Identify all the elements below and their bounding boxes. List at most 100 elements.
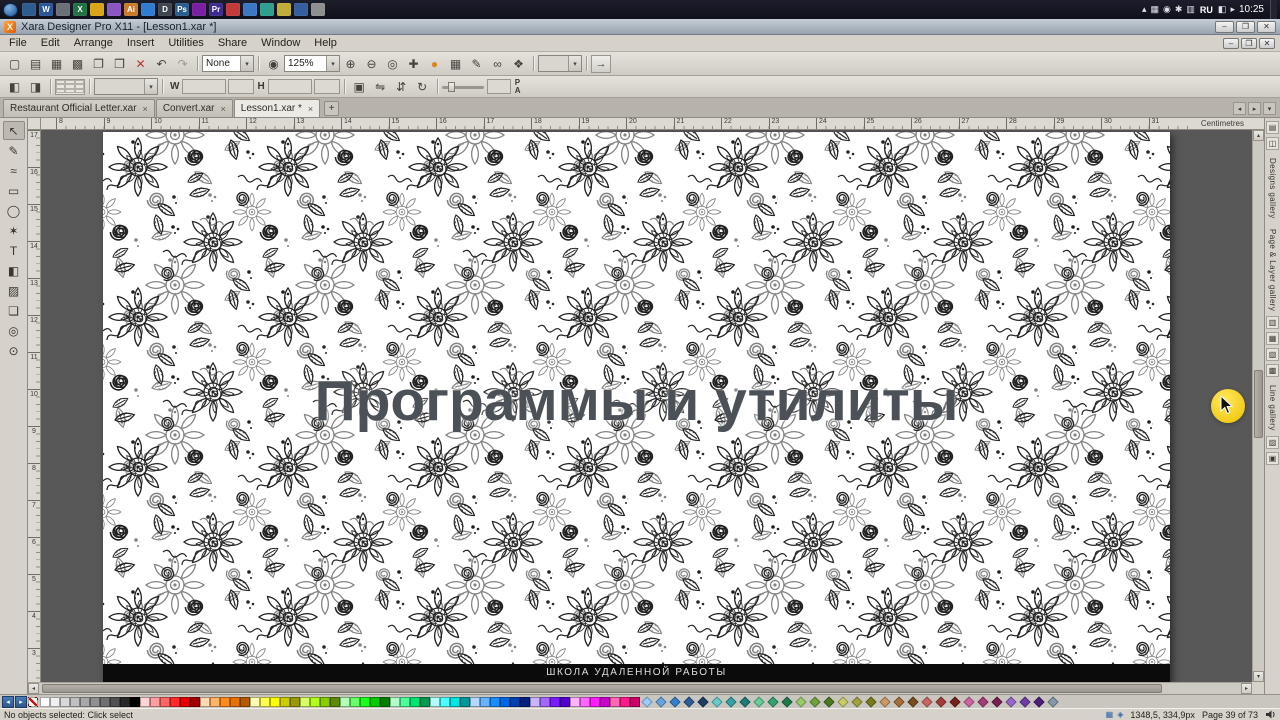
tool-button[interactable]: ✶ (3, 221, 25, 240)
start-button[interactable] (3, 2, 18, 17)
color-swatch[interactable] (360, 696, 370, 707)
toolbar-icon[interactable]: ❐ (88, 54, 109, 73)
tool-button[interactable]: ↖ (2, 121, 25, 140)
height-field[interactable] (267, 79, 312, 94)
taskbar-app-icon[interactable]: W (39, 3, 53, 16)
toolbar-icon[interactable]: ● (424, 54, 445, 73)
color-swatch[interactable] (210, 696, 220, 707)
color-swatch[interactable] (340, 696, 350, 707)
color-swatch[interactable] (963, 695, 975, 708)
color-swatch[interactable] (879, 695, 891, 708)
vertical-scroll-thumb[interactable] (1254, 370, 1263, 438)
toolbar-icon[interactable]: ✕ (130, 54, 151, 73)
color-swatch[interactable] (669, 695, 681, 708)
new-tab-button[interactable]: + (324, 101, 340, 116)
zoom-level-combo[interactable]: 125% ▾ (284, 55, 340, 72)
color-swatch[interactable] (80, 696, 90, 707)
color-swatch[interactable] (490, 696, 500, 707)
color-swatch[interactable] (560, 696, 570, 707)
gallery-icon[interactable]: ▤ (1266, 121, 1279, 134)
taskbar-app-icon[interactable] (22, 3, 36, 16)
document-tab[interactable]: Convert.xar × (155, 99, 233, 117)
color-swatch[interactable] (851, 695, 863, 708)
color-swatch[interactable] (140, 696, 150, 707)
tool-button[interactable]: T (3, 241, 25, 260)
scroll-down-arrow[interactable]: ▾ (1253, 671, 1264, 682)
toolbar-icon[interactable]: ▦ (46, 54, 67, 73)
taskbar-app-icon[interactable] (277, 3, 291, 16)
color-swatch[interactable] (540, 696, 550, 707)
color-swatch[interactable] (270, 696, 280, 707)
color-swatch[interactable] (991, 695, 1003, 708)
height-scale-field[interactable] (313, 79, 340, 94)
color-swatch[interactable] (40, 696, 50, 707)
gallery-icon[interactable]: ◫ (1266, 137, 1279, 150)
color-swatch[interactable] (510, 696, 520, 707)
taskbar-app-icon[interactable] (192, 3, 206, 16)
line-width-combo[interactable]: None ▾ (202, 55, 254, 72)
tray-icon[interactable]: ▴ (1142, 5, 1147, 14)
color-swatch[interactable] (150, 696, 160, 707)
tool-button[interactable]: ▨ (3, 281, 25, 300)
color-swatch[interactable] (160, 696, 170, 707)
color-swatch[interactable] (230, 696, 240, 707)
toolbar-icon[interactable]: ▦ (445, 54, 466, 73)
taskbar-app-icon[interactable] (141, 3, 155, 16)
color-swatch[interactable] (440, 696, 450, 707)
taskbar-app-icon[interactable] (107, 3, 121, 16)
color-swatch[interactable] (1033, 695, 1045, 708)
menu-item[interactable]: Window (254, 37, 307, 49)
color-swatch[interactable] (100, 696, 110, 707)
toolbar-icon[interactable]: ▢ (4, 54, 25, 73)
menu-item[interactable]: Help (307, 37, 344, 49)
color-swatch[interactable] (530, 696, 540, 707)
color-swatch[interactable] (400, 696, 410, 707)
document-control-button[interactable]: ❐ (1241, 37, 1257, 49)
window-control-button[interactable]: ✕ (1257, 20, 1276, 33)
color-swatch[interactable] (767, 695, 779, 708)
scroll-right-arrow[interactable]: ▸ (1241, 683, 1252, 694)
chevron-down-icon[interactable]: ▾ (240, 56, 253, 71)
gallery-icon[interactable]: ▦ (1266, 331, 1279, 345)
color-swatch[interactable] (370, 696, 380, 707)
horizontal-scrollbar[interactable]: ◂ ▸ (28, 682, 1252, 694)
color-swatch[interactable] (725, 695, 737, 708)
color-swatch[interactable] (590, 696, 600, 707)
taskbar-app-icon[interactable]: Pr (209, 3, 223, 16)
infobar-icon[interactable]: ↻ (412, 77, 433, 96)
horizontal-scroll-thumb[interactable] (42, 684, 1162, 693)
toolbar-icon[interactable]: ❖ (508, 54, 529, 73)
color-swatch[interactable] (823, 695, 835, 708)
color-swatch[interactable] (330, 696, 340, 707)
taskbar-app-icon[interactable]: X (73, 3, 87, 16)
toolbar-icon[interactable]: ▩ (67, 54, 88, 73)
tab-scroll-button[interactable]: ◂ (1233, 102, 1246, 115)
color-swatch[interactable] (837, 695, 849, 708)
slider-thumb[interactable] (447, 81, 455, 92)
color-swatch[interactable] (550, 696, 560, 707)
document-control-button[interactable]: ✕ (1259, 37, 1275, 49)
color-swatch[interactable] (1019, 695, 1031, 708)
color-swatch[interactable] (380, 696, 390, 707)
window-control-button[interactable]: – (1215, 20, 1234, 33)
color-swatch[interactable] (600, 696, 610, 707)
horizontal-ruler[interactable]: 8 9 10 11 12 13 14 15 16 17 18 19 20 21 22 23 24 25 26 27 28… (41, 118, 1264, 130)
taskbar-app-icon[interactable] (294, 3, 308, 16)
color-swatch[interactable] (280, 696, 290, 707)
color-swatch[interactable] (430, 696, 440, 707)
color-swatch[interactable] (865, 695, 877, 708)
color-swatch[interactable] (795, 695, 807, 708)
tray-icon[interactable]: ▸ (1230, 5, 1235, 14)
toolbar-icon[interactable]: ↷ (172, 54, 193, 73)
toolbar-icon[interactable]: ◎ (382, 54, 403, 73)
color-swatch[interactable] (300, 696, 310, 707)
tab-close-icon[interactable]: × (308, 104, 313, 114)
color-swatch[interactable] (470, 696, 480, 707)
color-swatch[interactable] (480, 696, 490, 707)
chevron-down-icon[interactable]: ▾ (326, 56, 339, 71)
color-swatch[interactable] (1047, 695, 1059, 708)
chevron-down-icon[interactable]: ▾ (144, 79, 157, 94)
color-swatch[interactable] (90, 696, 100, 707)
color-swatch[interactable] (60, 696, 70, 707)
taskbar-app-icon[interactable]: Ps (175, 3, 189, 16)
